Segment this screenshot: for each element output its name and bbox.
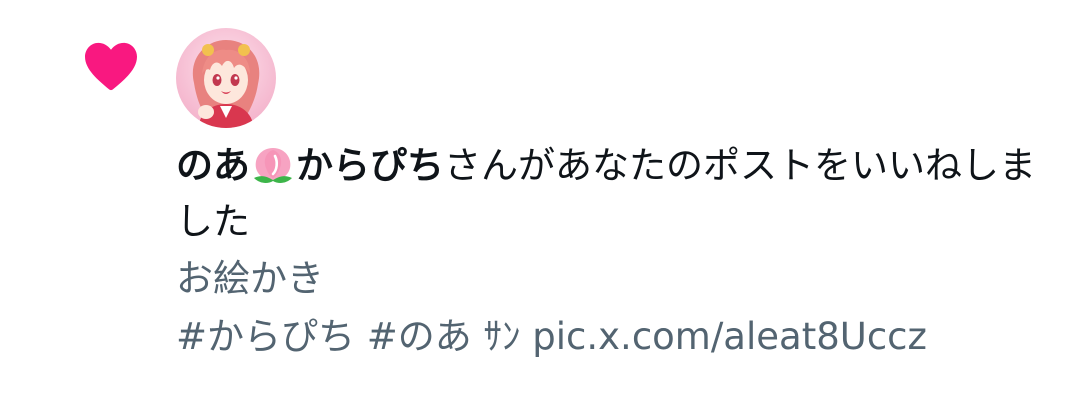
post-text-line1: お絵かき: [176, 257, 324, 300]
notification-content: のあ からぴちさんがあなたのポストをいいねしました お絵かき #からぴち #のあ …: [176, 138, 1056, 366]
user-name-part1: のあ: [176, 144, 250, 187]
like-notification[interactable]: のあ からぴちさんがあなたのポストをいいねしました お絵かき #からぴち #のあ …: [0, 0, 1076, 405]
user-name[interactable]: のあ からぴち: [176, 144, 444, 187]
heart-icon: [85, 42, 137, 91]
avatar[interactable]: [176, 28, 276, 128]
peach-icon: [254, 148, 292, 183]
user-name-part2: からぴち: [296, 144, 444, 187]
post-text-line2[interactable]: #からぴち #のあ ｻﾝ pic.x.com/aleat8Uccz: [176, 308, 1056, 366]
notification-message: のあ からぴちさんがあなたのポストをいいねしました: [176, 138, 1036, 250]
